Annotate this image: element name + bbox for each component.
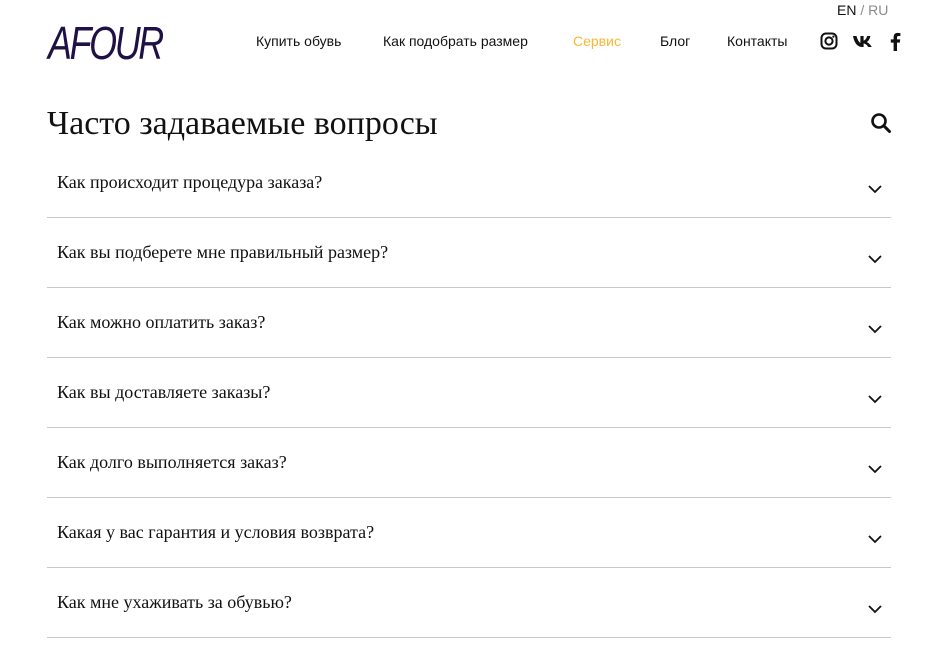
lang-separator: /	[860, 2, 865, 18]
faq-question: Как долго выполняется заказ?	[57, 452, 287, 472]
faq-list: Как происходит процедура заказа? Как вы …	[47, 148, 891, 638]
lang-en-link[interactable]: EN	[837, 2, 856, 18]
lang-ru-link[interactable]: RU	[868, 2, 888, 18]
faq-item[interactable]: Какая у вас гарантия и условия возврата?	[47, 498, 891, 568]
nav-item-contacts[interactable]: Контакты	[727, 33, 787, 49]
language-switcher: EN / RU	[837, 2, 888, 18]
chevron-down-icon[interactable]	[867, 252, 883, 264]
faq-item[interactable]: Как вы подберете мне правильный размер?	[47, 218, 891, 288]
faq-question: Как мне ухаживать за обувью?	[57, 592, 292, 612]
faq-item[interactable]: Как вы доставляете заказы?	[47, 358, 891, 428]
nav-item-size-guide[interactable]: Как подобрать размер	[383, 33, 528, 49]
vk-icon[interactable]	[852, 33, 874, 54]
nav-item-blog[interactable]: Блог	[660, 33, 690, 49]
faq-item[interactable]: Как долго выполняется заказ?	[47, 428, 891, 498]
instagram-icon[interactable]	[820, 32, 838, 55]
nav-item-buy-shoes[interactable]: Купить обувь	[256, 33, 341, 49]
main-nav: Купить обувь Как подобрать размер Сервис…	[0, 33, 940, 53]
faq-question: Как происходит процедура заказа?	[57, 172, 323, 192]
search-icon[interactable]	[869, 111, 893, 135]
faq-question: Как вы подберете мне правильный размер?	[57, 242, 389, 262]
faq-item[interactable]: Как происходит процедура заказа?	[47, 148, 891, 218]
chevron-down-icon[interactable]	[867, 602, 883, 614]
chevron-down-icon[interactable]	[867, 532, 883, 544]
page-title: Часто задаваемые вопросы	[47, 105, 438, 142]
chevron-down-icon[interactable]	[867, 182, 883, 194]
chevron-down-icon[interactable]	[867, 462, 883, 474]
chevron-down-icon[interactable]	[867, 392, 883, 404]
faq-item[interactable]: Как можно оплатить заказ?	[47, 288, 891, 358]
chevron-down-icon[interactable]	[867, 322, 883, 334]
faq-item[interactable]: Как мне ухаживать за обувью?	[47, 568, 891, 638]
faq-question: Как вы доставляете заказы?	[57, 382, 271, 402]
facebook-icon[interactable]	[890, 32, 901, 56]
nav-item-service[interactable]: Сервис	[573, 33, 621, 49]
faq-question: Какая у вас гарантия и условия возврата?	[57, 522, 375, 542]
faq-question: Как можно оплатить заказ?	[57, 312, 266, 332]
